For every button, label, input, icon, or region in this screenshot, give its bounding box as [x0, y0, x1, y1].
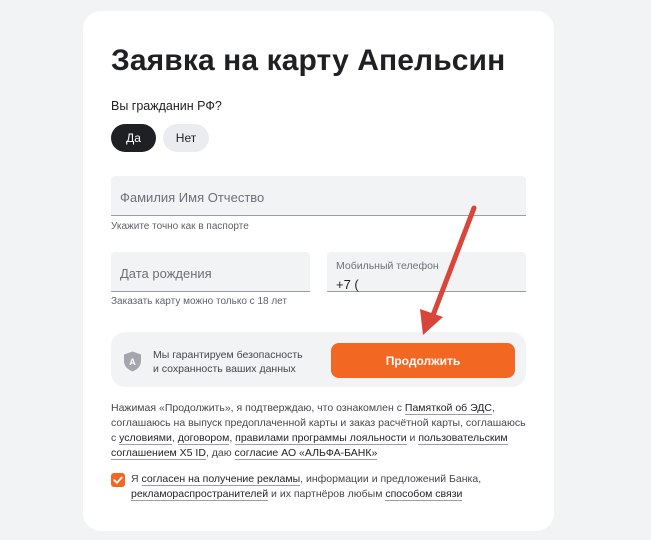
- consent-checkbox[interactable]: [111, 473, 125, 487]
- citizen-question: Вы гражданин РФ?: [111, 99, 222, 113]
- legal-text-part: , даю: [205, 447, 235, 459]
- fio-field[interactable]: Фамилия Имя Отчество: [111, 176, 526, 216]
- link-ads-consent[interactable]: согласен на получение рекламы: [141, 473, 301, 486]
- consent-text-part: , информации и предложений Банка,: [300, 473, 482, 485]
- phone-value: +7 (: [336, 277, 359, 292]
- birth-date-field[interactable]: Дата рождения: [111, 252, 310, 292]
- continue-button[interactable]: Продолжить: [331, 343, 515, 378]
- phone-label: Мобильный телефон: [336, 260, 439, 272]
- legal-text-part: Нажимая «Продолжить», я подтверждаю, что…: [111, 402, 405, 414]
- link-conditions[interactable]: условиями: [119, 432, 172, 445]
- consent-text-part: Я: [131, 473, 142, 485]
- fio-placeholder: Фамилия Имя Отчество: [120, 190, 265, 205]
- security-text-line2: и сохранность ваших данных: [153, 363, 296, 375]
- birth-date-hint: Заказать карту можно только с 18 лет: [111, 296, 287, 307]
- check-icon: [113, 476, 123, 484]
- page-title: Заявка на карту Апельсин: [111, 44, 506, 77]
- phone-field[interactable]: Мобильный телефон +7 (: [327, 252, 526, 292]
- link-loyalty-rules[interactable]: правилами программы лояльности: [235, 432, 407, 445]
- consent-text: Я согласен на получение рекламы, информа…: [131, 472, 531, 502]
- link-alfa-consent[interactable]: согласие АО «АЛЬФА-БАНК»: [234, 447, 378, 460]
- security-text: Мы гарантируем безопасность и сохранност…: [153, 348, 303, 376]
- legal-text-part: и: [406, 432, 419, 444]
- security-panel: A Мы гарантируем безопасность и сохранно…: [111, 332, 526, 387]
- security-text-line1: Мы гарантируем безопасность: [153, 349, 303, 361]
- citizen-no-button[interactable]: Нет: [163, 124, 209, 152]
- legal-text-part: ,: [171, 432, 178, 444]
- link-contract[interactable]: договором: [177, 432, 230, 445]
- link-advertisers[interactable]: рекламораспространителей: [131, 488, 269, 501]
- link-contact-method[interactable]: способом связи: [385, 488, 463, 501]
- citizen-yes-button[interactable]: Да: [111, 124, 156, 152]
- fio-hint: Укажите точно как в паспорте: [111, 221, 249, 232]
- application-card: Заявка на карту Апельсин Вы гражданин РФ…: [83, 11, 554, 531]
- shield-icon: A: [124, 351, 141, 372]
- link-eds-memo[interactable]: Памяткой об ЭДС: [404, 402, 493, 415]
- birth-date-placeholder: Дата рождения: [120, 266, 212, 281]
- consent-text-part: и их партнёров любым: [268, 488, 386, 500]
- legal-text: Нажимая «Продолжить», я подтверждаю, что…: [111, 401, 531, 461]
- shield-letter: A: [129, 357, 136, 367]
